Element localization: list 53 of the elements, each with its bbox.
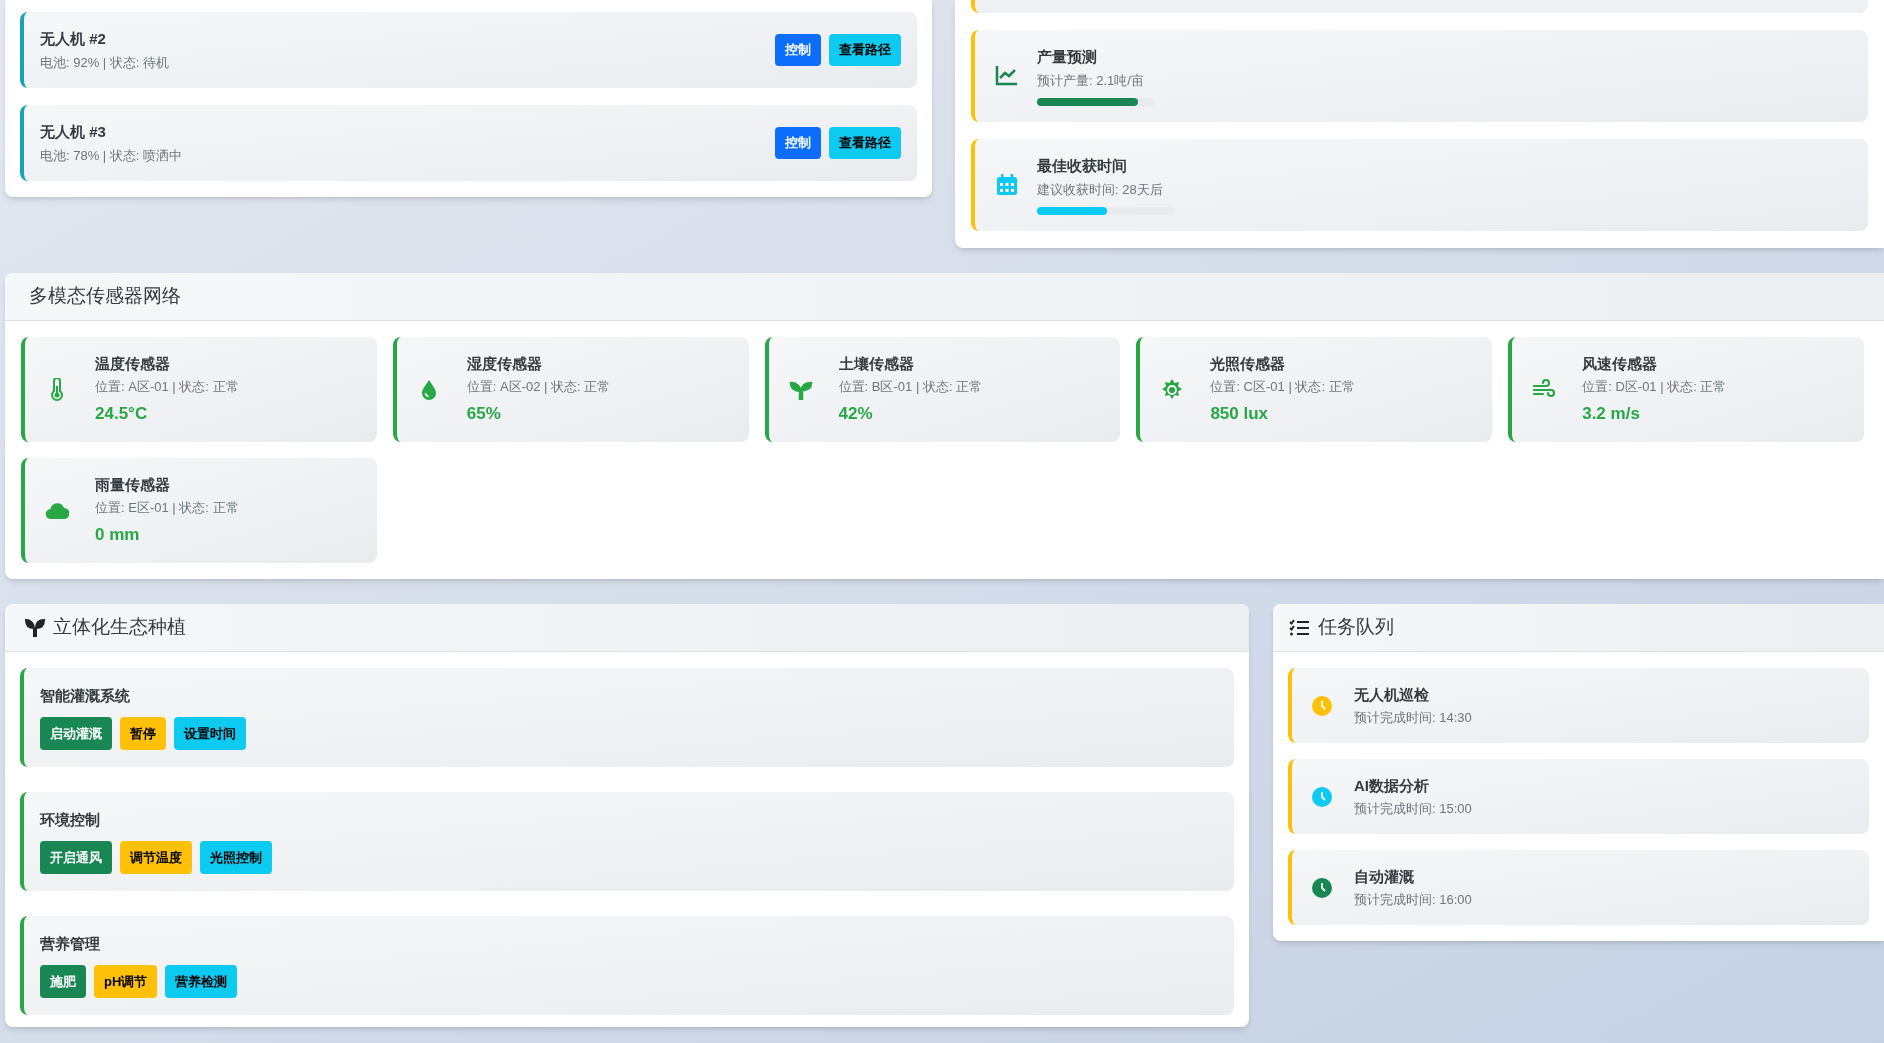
action-button[interactable]: 施肥 bbox=[40, 965, 86, 999]
task-name: 无人机巡检 bbox=[1354, 684, 1430, 705]
prediction-title: 最佳收获时间 bbox=[1037, 156, 1128, 176]
action-button[interactable]: 控制 bbox=[775, 127, 821, 159]
sensor-name: 风速传感器 bbox=[1582, 353, 1659, 374]
sensor-location: 位置: A区-02 | 状态: 正常 bbox=[466, 378, 611, 397]
action-button[interactable]: 暂停 bbox=[120, 717, 166, 751]
control-title: 智能灌溉系统 bbox=[40, 685, 131, 706]
control-title: 营养管理 bbox=[40, 933, 101, 954]
sensor-location: 位置: A区-01 | 状态: 正常 bbox=[95, 378, 239, 397]
sensor-location: 位置: B区-01 | 状态: 正常 bbox=[838, 378, 983, 397]
action-button[interactable]: 控制 bbox=[775, 34, 821, 66]
action-button[interactable]: pH调节 bbox=[94, 965, 158, 999]
task-name: 自动灌溉 bbox=[1354, 866, 1415, 887]
sensor-value: 65% bbox=[466, 402, 502, 425]
sensor-value: 0 mm bbox=[95, 523, 141, 546]
task-eta: 预计完成时间: 15:00 bbox=[1354, 800, 1472, 818]
checklist-icon bbox=[1289, 618, 1310, 637]
prediction-text: 建议收获时间: 28天后 bbox=[1037, 180, 1164, 199]
sensor-location: 位置: C区-01 | 状态: 正常 bbox=[1210, 378, 1355, 397]
control-title: 环境控制 bbox=[40, 809, 101, 830]
drone-status: 电池: 92% | 状态: 待机 bbox=[40, 53, 171, 72]
sensor-value: 3.2 m/s bbox=[1582, 402, 1641, 425]
action-button[interactable]: 营养检测 bbox=[165, 965, 238, 999]
sensor-value: 850 lux bbox=[1210, 402, 1270, 425]
sensor-value: 42% bbox=[838, 402, 874, 425]
panel-title: 任务队列 bbox=[1318, 615, 1394, 640]
task-eta: 预计完成时间: 16:00 bbox=[1354, 891, 1472, 909]
drone-name: 无人机 #3 bbox=[40, 122, 107, 142]
sensor-location: 位置: E区-01 | 状态: 正常 bbox=[95, 499, 239, 518]
sensor-location: 位置: D区-01 | 状态: 正常 bbox=[1582, 378, 1727, 397]
sensor-name: 土壤传感器 bbox=[838, 353, 915, 374]
action-button[interactable]: 光照控制 bbox=[200, 841, 272, 875]
panel-title: 多模态传感器网络 bbox=[29, 284, 181, 309]
sensor-value: 24.5°C bbox=[95, 402, 149, 425]
task-name: AI数据分析 bbox=[1354, 775, 1430, 796]
sensor-name: 温度传感器 bbox=[95, 353, 171, 374]
action-button[interactable]: 启动灌溉 bbox=[40, 717, 112, 751]
prediction-title: 产量预测 bbox=[1037, 47, 1098, 67]
panel-title: 立体化生态种植 bbox=[53, 615, 186, 640]
prediction-text: 预计产量: 2.1吨/亩 bbox=[1037, 71, 1145, 90]
action-button[interactable]: 设置时间 bbox=[174, 717, 246, 751]
drone-status: 电池: 78% | 状态: 喷洒中 bbox=[40, 146, 184, 165]
action-button[interactable]: 调节温度 bbox=[120, 841, 192, 875]
action-button[interactable]: 开启通风 bbox=[40, 841, 112, 875]
task-eta: 预计完成时间: 14:30 bbox=[1354, 709, 1472, 727]
sprout-icon bbox=[25, 617, 45, 638]
sensor-name: 雨量传感器 bbox=[95, 474, 171, 495]
sensor-name: 光照传感器 bbox=[1210, 353, 1287, 374]
sensor-name: 湿度传感器 bbox=[466, 353, 543, 374]
action-button[interactable]: 查看路径 bbox=[829, 34, 901, 66]
drone-name: 无人机 #2 bbox=[40, 29, 107, 49]
action-button[interactable]: 查看路径 bbox=[829, 127, 901, 159]
